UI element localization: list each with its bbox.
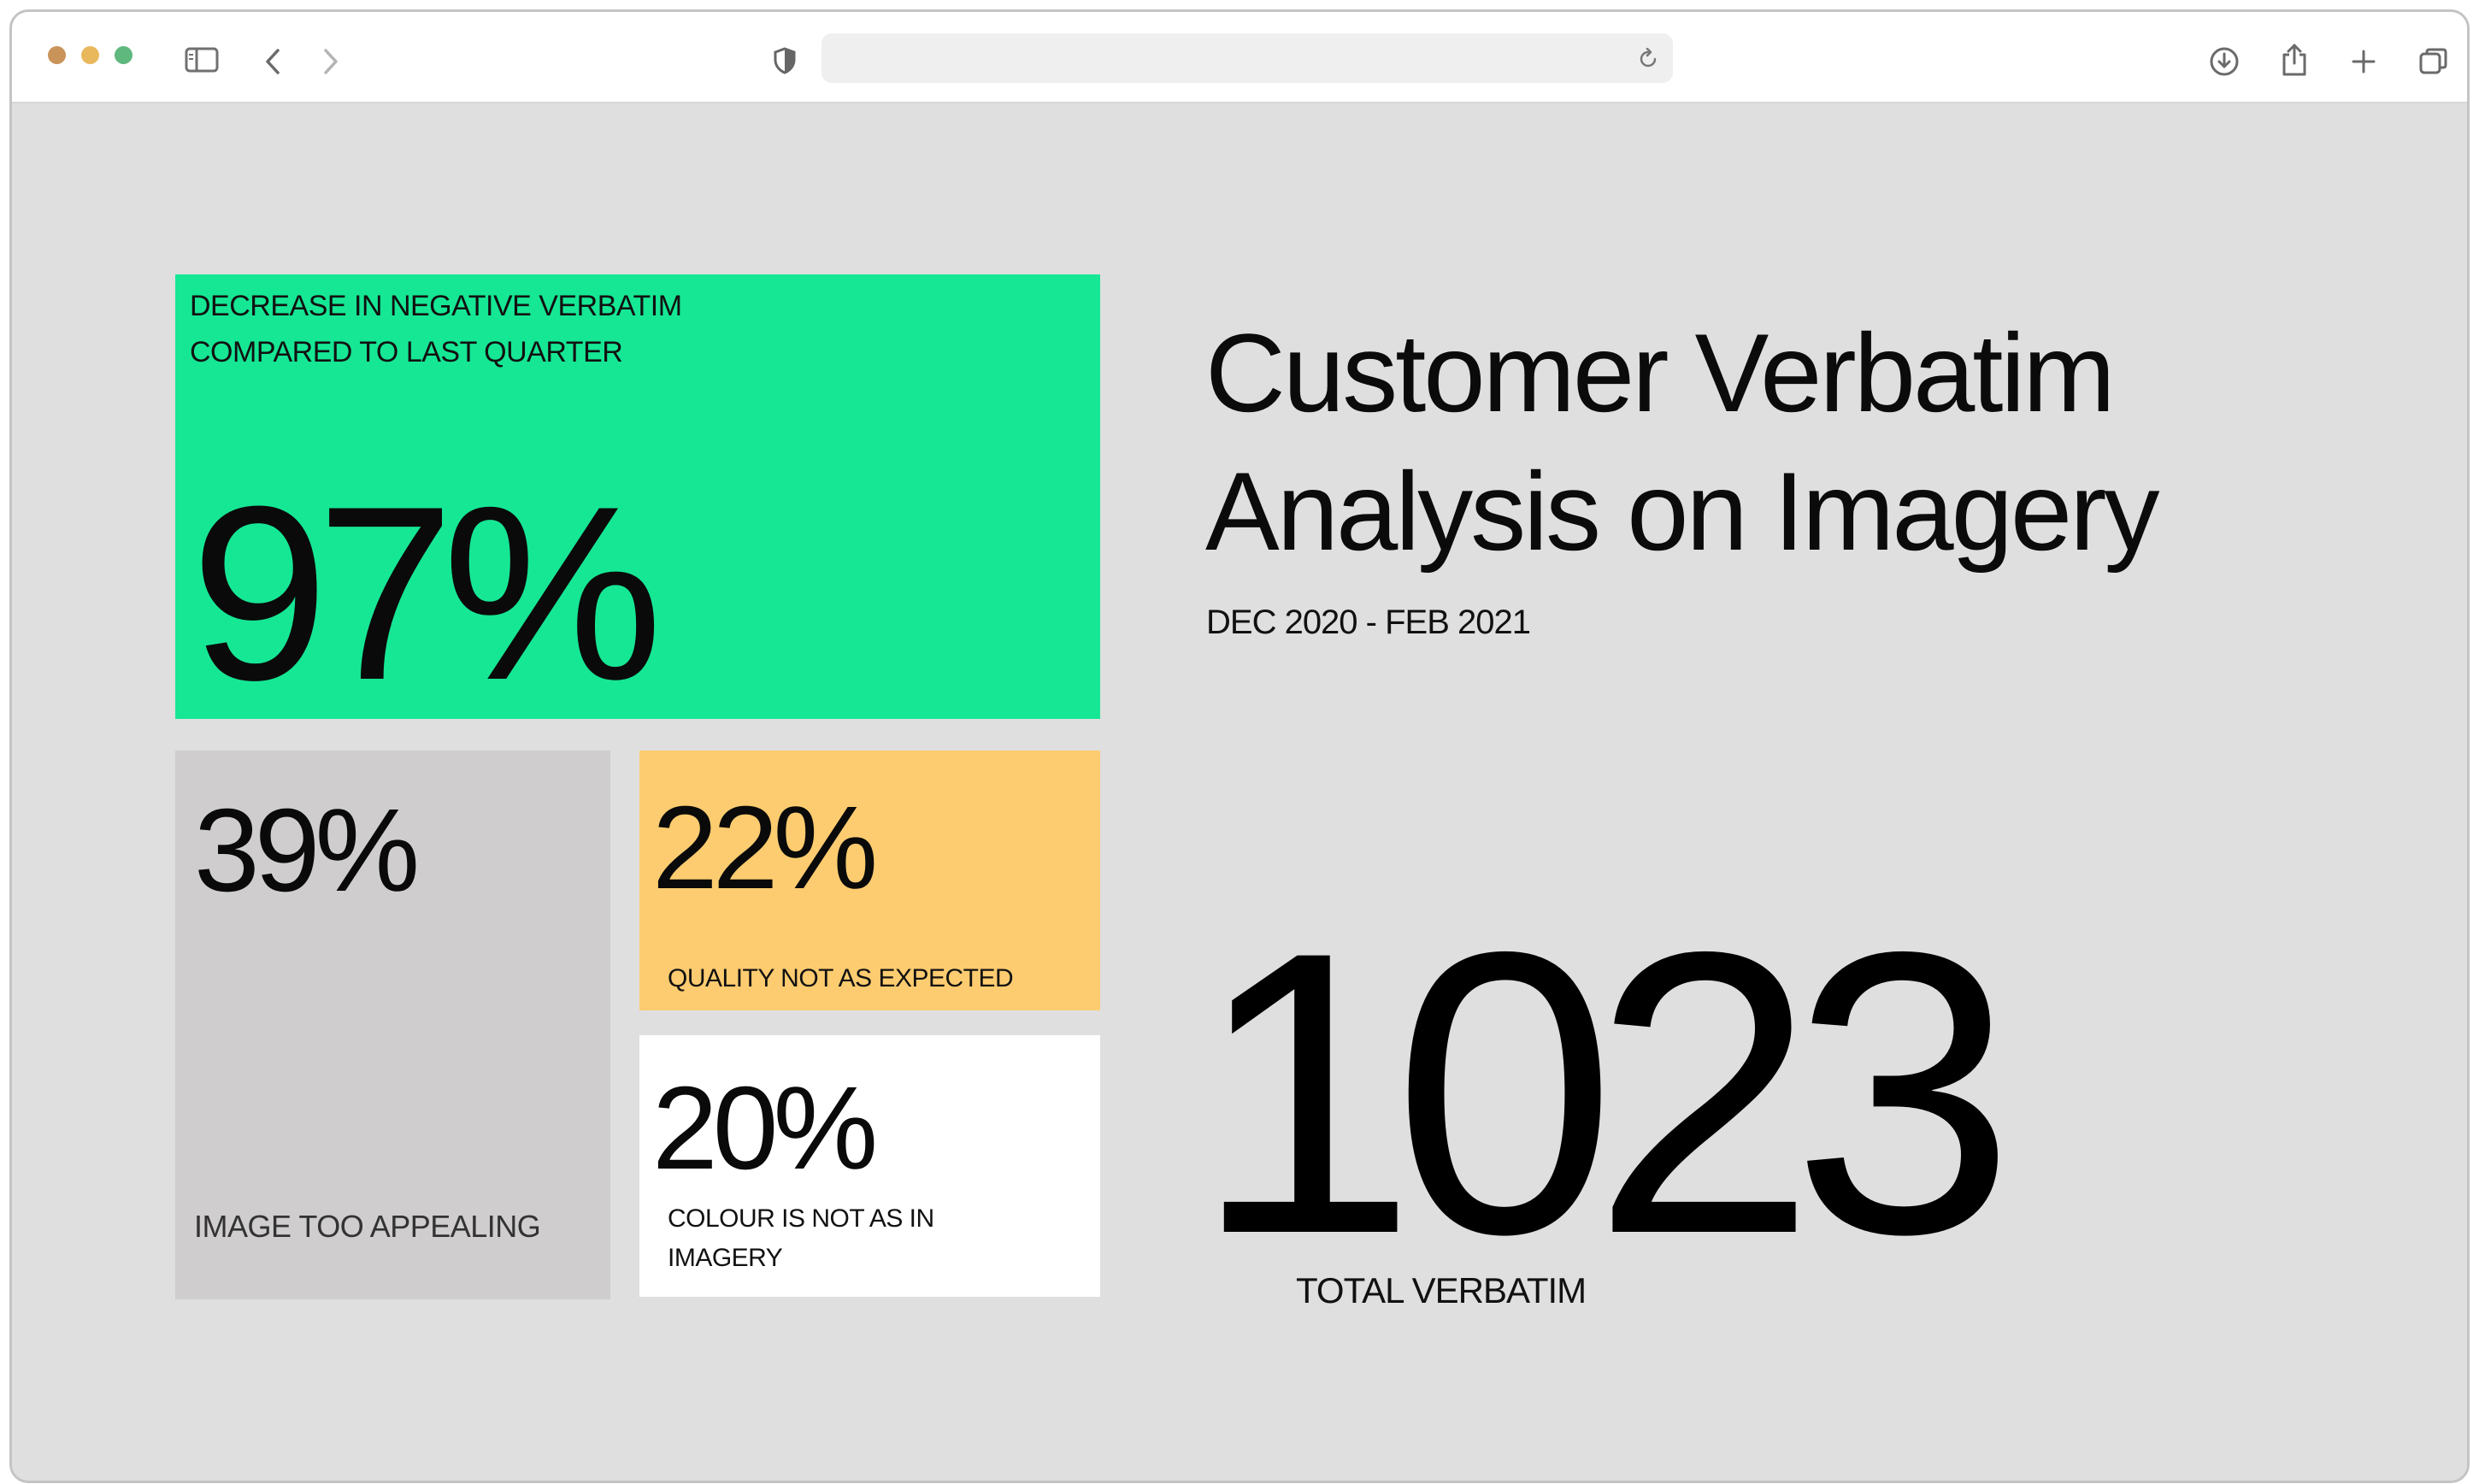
quality-value: 22% [652,782,878,914]
report-date-range: DEC 2020 - FEB 2021 [1206,604,1531,641]
too-appealing-label: IMAGE TOO APPEALING [194,1209,541,1244]
headline-label-line2: COMPARED TO LAST QUARTER [190,336,623,368]
headline-label-line1: DECREASE IN NEGATIVE VERBATIM [190,290,682,322]
quality-tile: 22% QUALITY NOT AS EXPECTED [639,751,1100,1010]
total-verbatim-value: 1023 [1193,869,2016,1317]
quality-label: QUALITY NOT AS EXPECTED [668,964,1014,992]
page-content: DECREASE IN NEGATIVE VERBATIM COMPARED T… [12,103,2467,1481]
colour-label-line2: IMAGERY [668,1244,783,1272]
address-bar[interactable] [821,33,1673,83]
share-icon[interactable] [2277,41,2311,79]
report-title-line1: Customer Verbatim [1205,310,2116,435]
report-title-line2: Analysis on Imagery [1205,449,2160,574]
headline-stat-tile: DECREASE IN NEGATIVE VERBATIM COMPARED T… [175,274,1100,719]
reload-icon[interactable] [1636,47,1660,71]
chevron-right-icon[interactable] [315,46,345,77]
plus-icon[interactable] [2348,46,2379,77]
zoom-window-button[interactable] [115,46,132,64]
browser-window: DECREASE IN NEGATIVE VERBATIM COMPARED T… [9,9,2470,1483]
chevron-left-icon[interactable] [258,46,289,77]
colour-label-line1: COLOUR IS NOT AS IN [668,1204,934,1233]
colour-value: 20% [652,1063,878,1194]
colour-tile: 20% COLOUR IS NOT AS IN IMAGERY [639,1035,1100,1297]
too-appealing-tile: 39% IMAGE TOO APPEALING [175,751,610,1299]
tabs-overview-icon[interactable] [2417,44,2451,79]
shield-icon[interactable] [769,45,800,76]
download-icon[interactable] [2207,44,2241,79]
total-verbatim-label: TOTAL VERBATIM [1296,1270,1587,1310]
too-appealing-value: 39% [194,785,420,916]
browser-toolbar [12,12,2467,103]
headline-value: 97% [191,455,662,732]
minimize-window-button[interactable] [81,46,99,64]
close-window-button[interactable] [48,46,66,64]
sidebar-icon[interactable] [181,44,222,75]
